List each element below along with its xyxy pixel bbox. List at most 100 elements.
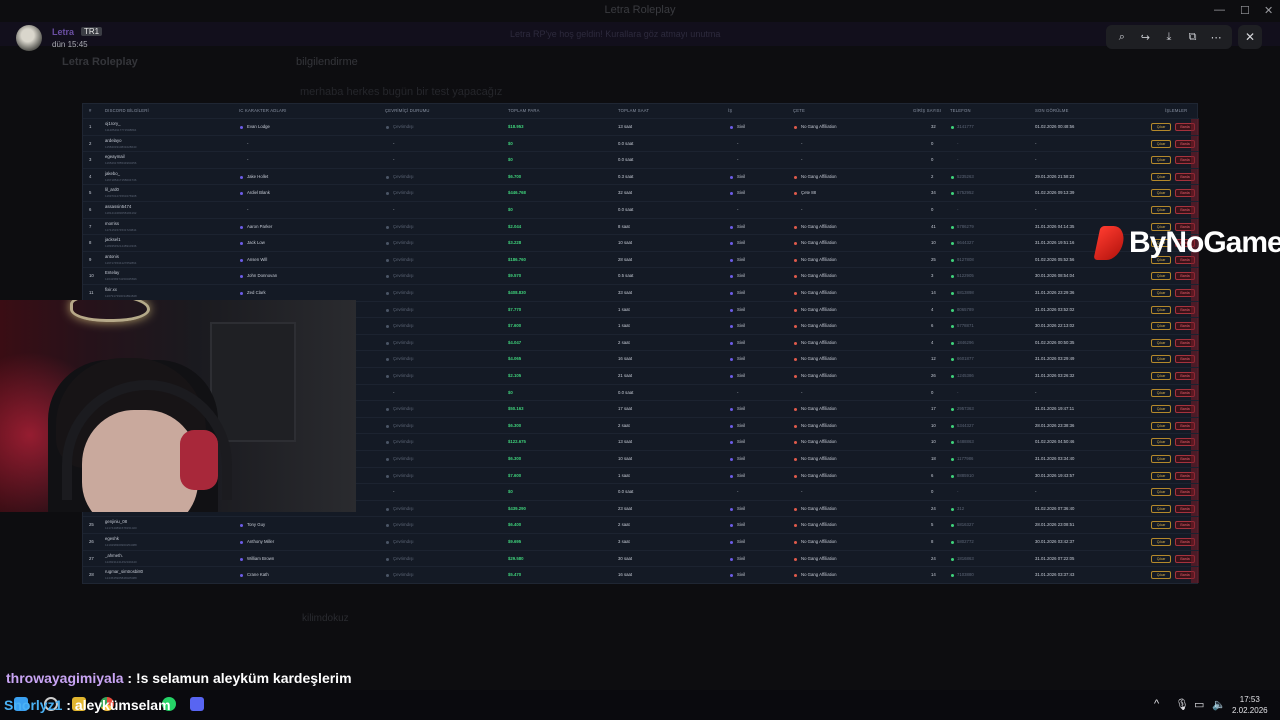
character-dot-icon [240, 541, 243, 544]
phone-number: 312 [957, 505, 965, 511]
kick-button[interactable]: Çıkar [1151, 438, 1171, 447]
gang: - [801, 207, 803, 212]
kick-button[interactable]: Çıkar [1151, 156, 1171, 165]
tray-chevron-icon[interactable]: ^ [1154, 698, 1159, 710]
volume-icon[interactable]: 🔈 [1212, 698, 1226, 711]
kick-button[interactable]: Çıkar [1151, 571, 1171, 580]
network-icon[interactable]: ▭ [1194, 698, 1204, 711]
col-hours[interactable]: TOPLAM SAAT [618, 108, 649, 113]
total-money: $7.600 [508, 472, 522, 478]
col-gang[interactable]: ÇETE [793, 108, 805, 113]
col-money[interactable]: TOPLAM PARA [508, 108, 540, 113]
taskbar-clock[interactable]: 17:53 2.02.2026 [1232, 694, 1268, 716]
job-dot-icon [730, 574, 733, 578]
last-seen: 31.01.2026 03:26:32 [1035, 373, 1075, 378]
microphone-icon[interactable]: 🎙 [1175, 698, 1189, 711]
row-index: 10 [89, 273, 94, 279]
col-logins[interactable]: GİRİŞ SAYISI [913, 108, 941, 113]
gang: No Gang Affiliation [801, 240, 837, 246]
kick-button[interactable]: Çıkar [1151, 305, 1171, 314]
kick-button[interactable]: Çıkar [1151, 338, 1171, 347]
zoom-in-icon[interactable]: ⌕ [1114, 31, 1130, 44]
job: Sivil [737, 290, 745, 295]
kick-button[interactable]: Çıkar [1151, 405, 1171, 414]
avatar[interactable] [16, 25, 42, 51]
more-icon[interactable]: ⋯ [1208, 31, 1224, 44]
kick-button[interactable]: Çıkar [1151, 421, 1171, 430]
total-hours: 10 saat [618, 456, 633, 461]
total-money: $7.600 [508, 323, 522, 329]
maximize-button[interactable]: ☐ [1240, 4, 1250, 17]
login-count: 5 [931, 522, 934, 528]
kick-button[interactable]: Çıkar [1151, 289, 1171, 297]
phone-icon [951, 441, 954, 445]
col-phone[interactable]: TELEFON [950, 108, 971, 113]
kick-button[interactable]: Çıkar [1151, 322, 1171, 331]
kick-button[interactable]: Çıkar [1151, 471, 1171, 480]
author-name[interactable]: Letra [52, 27, 74, 37]
row-flag [1191, 550, 1199, 567]
kick-button[interactable]: Çıkar [1151, 189, 1171, 198]
kick-button[interactable]: Çıkar [1151, 272, 1171, 281]
col-last-seen[interactable]: SON GÖRÜLME [1035, 108, 1069, 113]
phone-icon [951, 258, 954, 262]
download-icon[interactable]: ⤓ [1161, 31, 1177, 44]
discord-icon[interactable] [190, 697, 204, 711]
col-character[interactable]: IC KARAKTER ADLARI [239, 108, 287, 113]
job-dot-icon [730, 424, 733, 428]
kick-button[interactable]: Çıkar [1151, 139, 1171, 148]
minimize-button[interactable]: — [1214, 4, 1225, 16]
phone-icon [951, 292, 954, 295]
total-hours: 33 saat [618, 290, 633, 295]
total-money: $7.770 [508, 306, 522, 312]
phone-number: 6813898 [957, 290, 974, 295]
kick-button[interactable]: Çıkar [1151, 123, 1171, 131]
offline-dot-icon [386, 308, 389, 312]
phone-icon [951, 126, 954, 129]
server-name[interactable]: Letra Roleplay [62, 56, 138, 68]
character-dot-icon [240, 192, 243, 196]
total-money: $0 [508, 157, 513, 163]
gang: No Gang Affiliation [801, 306, 837, 312]
col-discord[interactable]: DISCORD BİLGİLERİ [105, 108, 149, 113]
forward-icon[interactable]: ↪ [1137, 31, 1153, 44]
discord-username: fixir.xx [105, 287, 117, 292]
phone-icon [951, 341, 954, 345]
open-external-icon[interactable]: ⧉ [1185, 31, 1201, 44]
col-job[interactable]: İŞ [728, 108, 732, 113]
phone-number: - [957, 157, 959, 163]
kick-button[interactable]: Çıkar [1151, 372, 1171, 380]
total-hours: 0.0 saat [618, 489, 634, 495]
total-money: $0 [508, 207, 513, 212]
row-flag [1191, 451, 1199, 467]
kick-button[interactable]: Çıkar [1151, 388, 1171, 397]
col-online[interactable]: ÇEVRİMİÇİ DURUMU [385, 108, 430, 113]
total-hours: 0.3 saat [618, 173, 634, 179]
login-count: 0 [931, 140, 934, 146]
kick-button[interactable]: Çıkar [1151, 355, 1171, 364]
job-dot-icon [730, 408, 733, 412]
online-status: Çevrimdışı [393, 439, 414, 445]
total-money: $4.065 [508, 356, 522, 362]
row-flag [1191, 318, 1199, 335]
kick-button[interactable]: Çıkar [1151, 521, 1171, 530]
kick-button[interactable]: Çıkar [1151, 172, 1171, 181]
close-icon[interactable]: ✕ [1238, 25, 1262, 49]
kick-button[interactable]: Çıkar [1151, 206, 1171, 214]
window-close-button[interactable]: ✕ [1264, 4, 1273, 17]
phone-icon [951, 308, 954, 312]
gang-dot-icon [794, 408, 797, 412]
gang-dot-icon [794, 375, 797, 378]
kick-button[interactable]: Çıkar [1151, 455, 1171, 463]
gang: No Gang Affiliation [801, 555, 837, 561]
discord-id: 1181413483058184192 [105, 211, 137, 215]
phone-number: 6601877 [957, 356, 974, 362]
col-index[interactable]: # [89, 108, 92, 113]
kick-button[interactable]: Çıkar [1151, 504, 1171, 513]
kick-button[interactable]: Çıkar [1151, 488, 1171, 497]
character-name: Jack Low [247, 240, 265, 246]
kick-button[interactable]: Çıkar [1151, 554, 1171, 563]
kick-button[interactable]: Çıkar [1151, 538, 1171, 546]
table-row: 10 Entelay 1204158374150045696 John Donnova… [83, 267, 1199, 285]
job: Sivil [737, 173, 745, 179]
